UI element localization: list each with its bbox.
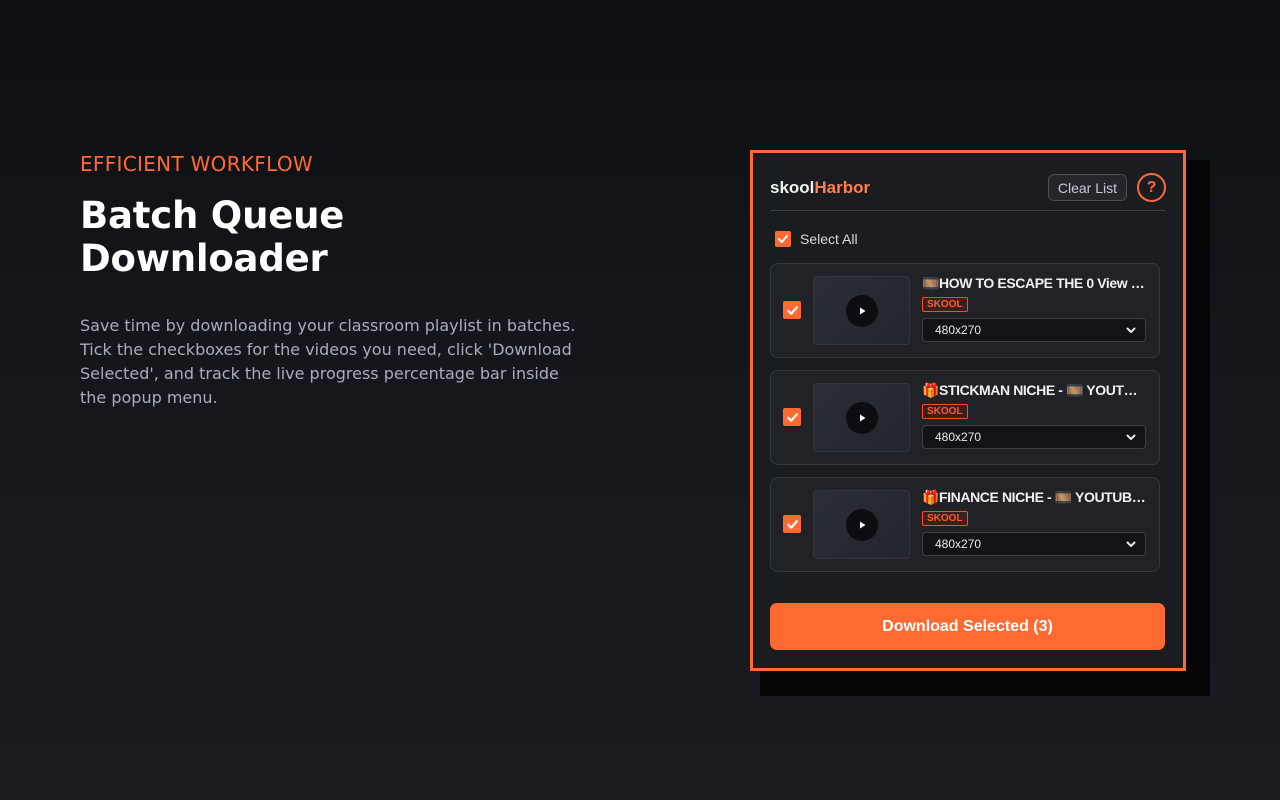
select-all-label: Select All (800, 231, 858, 247)
video-title: 🎁FINANCE NICHE - 🎞️ YOUTUBE AUTOMATION (922, 489, 1147, 505)
source-badge: SKOOL (922, 511, 968, 526)
item-info: 🎁STICKMAN NICHE - 🎞️ YOUTUBE AUTOMATION … (922, 382, 1147, 449)
quality-select[interactable]: 480x270 (922, 532, 1146, 556)
checkmark-icon (786, 519, 798, 529)
checkmark-icon (786, 305, 798, 315)
source-badge: SKOOL (922, 297, 968, 312)
item-info: 🎁FINANCE NICHE - 🎞️ YOUTUBE AUTOMATION S… (922, 489, 1147, 556)
play-icon (845, 294, 878, 327)
extension-popup: skoolHarbor Clear List ? Select All 🎞️HO… (750, 150, 1186, 671)
chevron-down-icon (1126, 434, 1136, 440)
chevron-down-icon (1126, 541, 1136, 547)
video-title: 🎁STICKMAN NICHE - 🎞️ YOUTUBE AUTOMATION (922, 382, 1147, 398)
video-thumbnail[interactable] (813, 383, 910, 452)
list-item: 🎞️HOW TO ESCAPE THE 0 View Jail on YouTu… (770, 263, 1160, 358)
list-item: 🎁FINANCE NICHE - 🎞️ YOUTUBE AUTOMATION S… (770, 477, 1160, 572)
checkmark-icon (786, 412, 798, 422)
select-all-checkbox[interactable] (775, 231, 791, 247)
select-all-row[interactable]: Select All (775, 231, 858, 247)
brand-logo: skoolHarbor (770, 178, 870, 198)
item-checkbox[interactable] (783, 408, 801, 426)
source-badge: SKOOL (922, 404, 968, 419)
item-checkbox[interactable] (783, 515, 801, 533)
video-thumbnail[interactable] (813, 490, 910, 559)
checkmark-icon (778, 235, 788, 243)
quality-value: 480x270 (935, 323, 982, 337)
video-thumbnail[interactable] (813, 276, 910, 345)
help-button[interactable]: ? (1137, 173, 1166, 202)
feature-description: Save time by downloading your classroom … (80, 316, 576, 407)
quality-value: 480x270 (935, 430, 982, 444)
play-icon (845, 508, 878, 541)
list-item: 🎁STICKMAN NICHE - 🎞️ YOUTUBE AUTOMATION … (770, 370, 1160, 465)
brand-prefix: skool (770, 177, 815, 197)
item-checkbox[interactable] (783, 301, 801, 319)
eyebrow-label: EFFICIENT WORKFLOW (80, 152, 313, 176)
quality-select[interactable]: 480x270 (922, 425, 1146, 449)
popup-header: skoolHarbor Clear List ? (770, 165, 1166, 211)
quality-value: 480x270 (935, 537, 982, 551)
page-title: Batch Queue Downloader (80, 194, 345, 280)
video-queue-list: 🎞️HOW TO ESCAPE THE 0 View Jail on YouTu… (770, 263, 1160, 584)
chevron-down-icon (1126, 327, 1136, 333)
item-info: 🎞️HOW TO ESCAPE THE 0 View Jail on YouTu… (922, 275, 1147, 342)
video-title: 🎞️HOW TO ESCAPE THE 0 View Jail on YouTu… (922, 275, 1147, 291)
clear-list-button[interactable]: Clear List (1047, 174, 1127, 201)
download-selected-button[interactable]: Download Selected (3) (770, 603, 1165, 650)
quality-select[interactable]: 480x270 (922, 318, 1146, 342)
play-icon (845, 401, 878, 434)
brand-suffix: Harbor (814, 177, 871, 197)
hero-section: EFFICIENT WORKFLOW Batch Queue Downloade… (80, 152, 600, 410)
